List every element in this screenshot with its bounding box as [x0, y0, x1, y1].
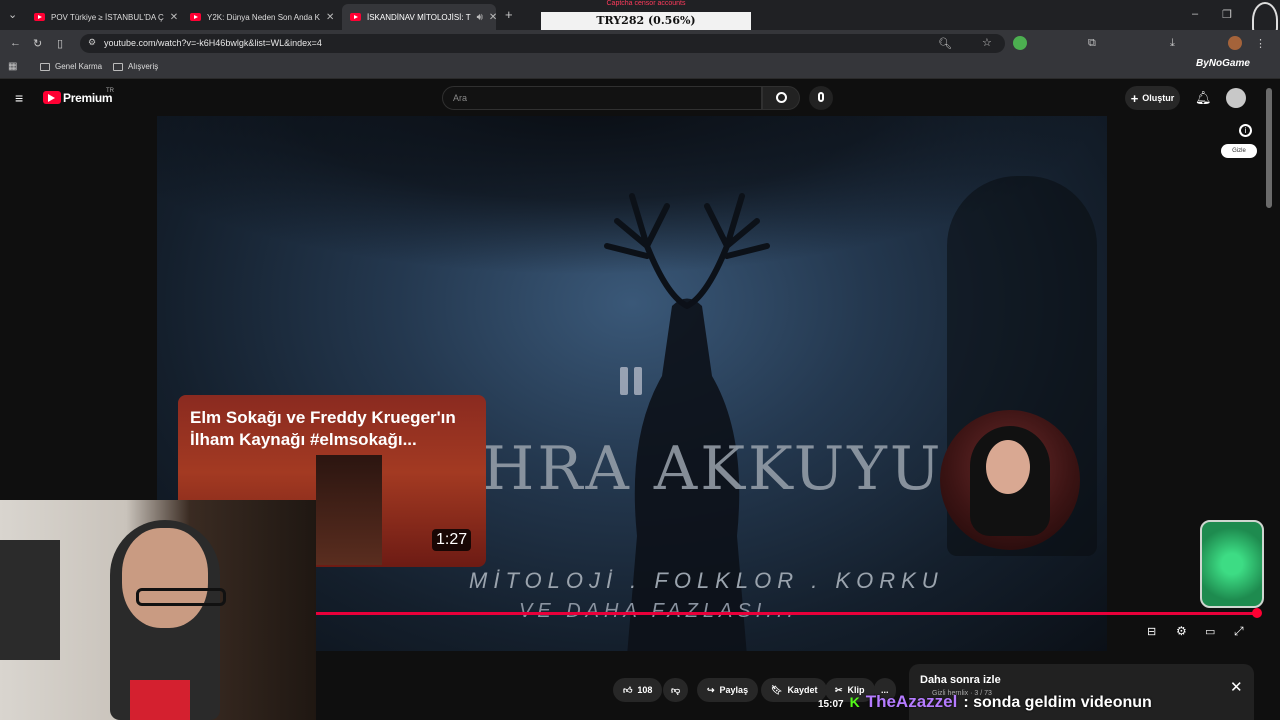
- folder-icon: [40, 62, 50, 71]
- theater-mode-icon[interactable]: ▭: [1205, 625, 1215, 638]
- speaker-icon[interactable]: 🔊︎: [477, 12, 483, 23]
- dislike-button[interactable]: 👎︎: [663, 678, 689, 702]
- folder-icon: [113, 62, 123, 71]
- hamburger-menu-icon[interactable]: ≡: [15, 90, 23, 106]
- host-portrait: [940, 410, 1080, 550]
- like-count: 108: [637, 685, 653, 695]
- back-icon[interactable]: ←: [10, 37, 21, 49]
- tab-3[interactable]: İSKANDİNAV MİTOLOJİSİ: T 🔊︎ ✕: [342, 4, 496, 30]
- site-info-icon[interactable]: ⚙: [88, 37, 96, 48]
- download-icon[interactable]: ⤓: [1170, 37, 1175, 50]
- tab-label: İSKANDİNAV MİTOLOJİSİ: T: [367, 12, 471, 22]
- account-avatar[interactable]: [1226, 88, 1246, 108]
- extensions-puzzle-icon[interactable]: ⧉: [1088, 37, 1096, 50]
- captions-icon[interactable]: ⊟: [1147, 625, 1156, 638]
- share-icon: ↪: [707, 684, 715, 695]
- guitar-shape: [0, 540, 60, 660]
- region-badge: TR: [106, 88, 114, 94]
- video-progress-bar[interactable]: [316, 612, 1254, 615]
- youtube-favicon-icon: [350, 13, 361, 21]
- card-thumbnail: [316, 455, 382, 565]
- watch-later-title: Daha sonra izle: [920, 674, 1001, 686]
- bookmark-genel-karma[interactable]: Genel Karma: [40, 62, 102, 71]
- streamer-webcam: [0, 500, 316, 720]
- create-button[interactable]: + Oluştur: [1125, 86, 1180, 110]
- like-button[interactable]: 👍︎ 108: [613, 678, 663, 702]
- settings-gear-icon[interactable]: ⚙: [1176, 624, 1187, 638]
- bookmark-label: Genel Karma: [55, 62, 103, 71]
- tab-2[interactable]: Y2K: Dünya Neden Son Anda K ✕: [182, 4, 340, 30]
- pause-icon[interactable]: [620, 367, 646, 397]
- url-field[interactable]: youtube.com/watch?v=-k6H46bwlgk&list=WL&…: [80, 34, 1005, 53]
- close-icon[interactable]: ✕: [326, 12, 334, 23]
- sidebar-icon[interactable]: ▯: [57, 37, 63, 50]
- microphone-icon: [818, 92, 824, 102]
- close-icon[interactable]: ✕: [489, 12, 496, 23]
- search-button[interactable]: [762, 86, 800, 110]
- tab-search-icon[interactable]: ⌄: [8, 8, 17, 21]
- sponsor-logo: ByNoGame: [1196, 58, 1250, 69]
- card-duration: 1:27: [432, 529, 472, 551]
- extension-icon[interactable]: [1013, 36, 1027, 50]
- ticker-value: TRY282 (0.56%): [541, 12, 751, 30]
- thumbs-down-icon: 👎︎: [671, 684, 681, 695]
- tab-label: Y2K: Dünya Neden Son Anda K: [207, 12, 320, 22]
- info-icon[interactable]: i: [1239, 124, 1252, 137]
- share-button[interactable]: ↪ Paylaş: [697, 678, 759, 702]
- zoom-icon[interactable]: 🔍︎: [938, 37, 952, 50]
- youtube-favicon-icon: [190, 13, 201, 21]
- minimize-button[interactable]: –: [1192, 8, 1198, 20]
- chat-message: 15:07 K TheAzazzel : sonda geldim videon…: [818, 692, 1152, 712]
- new-tab-button[interactable]: +: [505, 7, 513, 22]
- tab-1[interactable]: POV Türkiye ≥ İSTANBUL'DA Ç ✕: [26, 4, 178, 30]
- portrait-face: [986, 440, 1030, 494]
- ticker-header: Captcha censor accounts: [606, 0, 686, 7]
- bookmark-icon: 🔖︎: [771, 684, 783, 695]
- thumbs-up-icon: 👍︎: [623, 684, 633, 695]
- search-input[interactable]: Ara: [442, 86, 762, 110]
- play-glyph-icon: [48, 94, 55, 102]
- price-ticker: Captcha censor accounts TRY282 (0.56%): [541, 0, 751, 30]
- close-icon[interactable]: ✕: [170, 12, 178, 23]
- close-icon[interactable]: ✕: [1230, 678, 1243, 696]
- create-label: Oluştur: [1142, 93, 1175, 103]
- page-scrollbar[interactable]: [1266, 88, 1272, 208]
- video-title-art: HRA AKKUYU: [482, 434, 944, 504]
- share-label: Paylaş: [719, 685, 749, 695]
- card-title: Elm Sokağı ve Freddy Krueger'ın İlham Ka…: [190, 408, 456, 449]
- menu-dots-icon[interactable]: ⋮: [1255, 37, 1266, 50]
- apps-grid-icon[interactable]: ▦: [8, 61, 17, 72]
- streamer-face: [122, 528, 208, 628]
- tab-label: POV Türkiye ≥ İSTANBUL'DA Ç: [51, 12, 164, 22]
- hide-button[interactable]: Gizle: [1221, 144, 1257, 158]
- search-icon: [776, 92, 787, 103]
- progress-scrubber[interactable]: [1252, 608, 1262, 618]
- bookmark-alisveris[interactable]: Alışveriş: [113, 62, 158, 71]
- save-label: Kaydet: [787, 685, 818, 695]
- red-mic-cover: [130, 680, 190, 720]
- bookmarks-bar: [0, 57, 1280, 79]
- fullscreen-icon[interactable]: ⤢: [1234, 624, 1244, 639]
- video-tagline: MİTOLOJİ . FOLKLOR . KORKU: [469, 568, 944, 593]
- mic-button[interactable]: [809, 86, 833, 110]
- profile-avatar[interactable]: [1228, 36, 1242, 50]
- restore-button[interactable]: ❐: [1222, 8, 1232, 21]
- youtube-premium-label: Premium: [63, 91, 113, 105]
- kick-badge-icon: K: [849, 694, 860, 710]
- chat-time: 15:07: [818, 699, 844, 710]
- bookmark-label: Alışveriş: [128, 62, 159, 71]
- chat-text: : sonda geldim videonun: [963, 694, 1152, 711]
- bookmark-star-icon[interactable]: ☆: [982, 36, 992, 49]
- reload-icon[interactable]: ↻: [33, 37, 42, 50]
- youtube-favicon-icon: [34, 13, 45, 21]
- gift-jar-widget: [1200, 520, 1264, 608]
- chat-username: TheAzazzel: [865, 692, 958, 711]
- notifications-bell-icon[interactable]: 🔔︎: [1195, 90, 1212, 106]
- plus-icon: +: [1130, 90, 1139, 106]
- streamer-glasses: [136, 588, 226, 606]
